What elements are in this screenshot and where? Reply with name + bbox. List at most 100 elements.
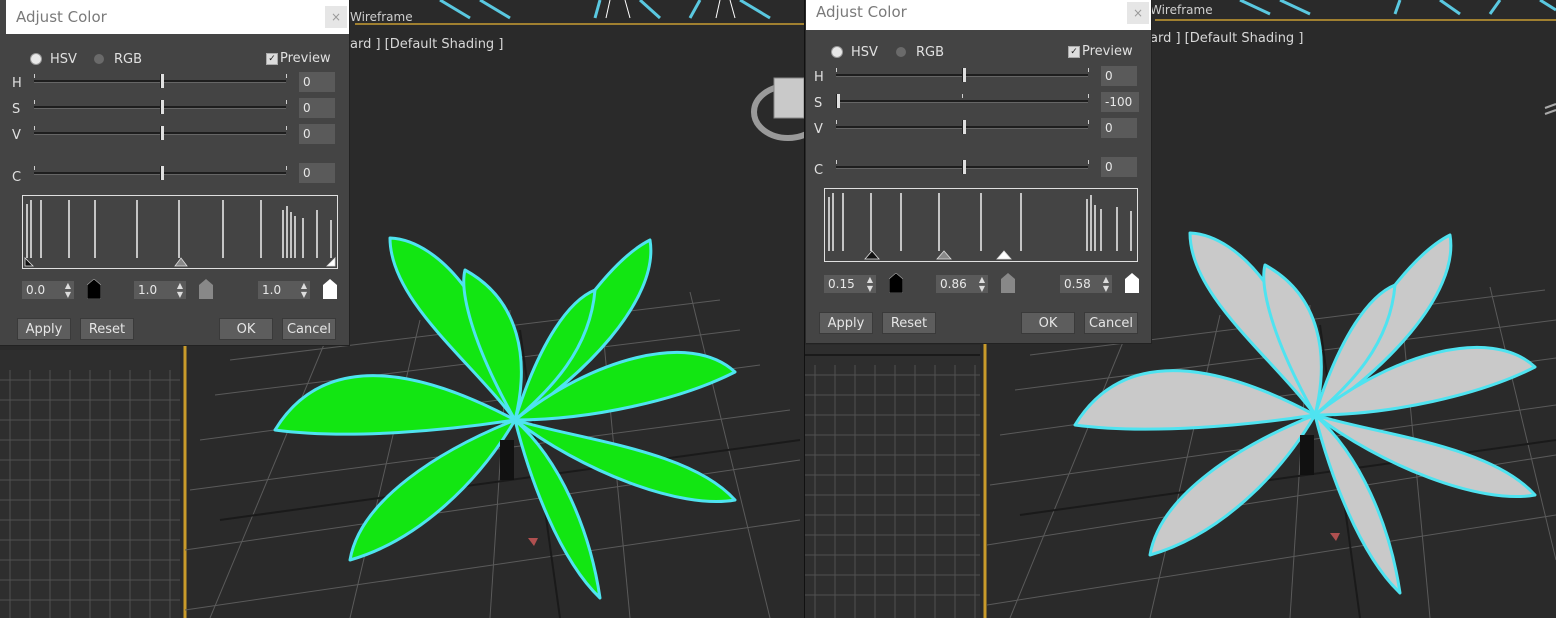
- h-value-field[interactable]: 0: [1101, 66, 1137, 86]
- preview-label: Preview: [280, 51, 331, 66]
- s-value-field[interactable]: 0: [299, 98, 335, 118]
- viewport-shading-label[interactable]: ard ] [Default Shading ]: [1150, 31, 1303, 46]
- gray-point-marker[interactable]: [936, 250, 952, 260]
- h-value-field[interactable]: 0: [299, 72, 335, 92]
- spinner-arrows-icon[interactable]: ▲ ▼: [177, 281, 183, 299]
- h-slider-thumb[interactable]: [160, 74, 164, 88]
- black-swatch-icon: [889, 273, 903, 293]
- v-slider-thumb[interactable]: [160, 126, 164, 140]
- hsv-radio[interactable]: [832, 47, 842, 57]
- slider-tick: [836, 120, 837, 124]
- slider-tick: [1088, 94, 1089, 98]
- histogram-graph: [24, 200, 336, 267]
- v-slider-thumb[interactable]: [962, 120, 966, 134]
- gray-level-spinner[interactable]: 0.86 ▲ ▼: [936, 275, 988, 293]
- h-slider-thumb[interactable]: [962, 68, 966, 82]
- slider-tick: [34, 100, 35, 104]
- ok-button[interactable]: OK: [1021, 312, 1075, 334]
- gray-level-spinner[interactable]: 1.0 ▲ ▼: [134, 281, 186, 299]
- white-level-spinner[interactable]: 1.0 ▲ ▼: [258, 281, 310, 299]
- s-slider[interactable]: [836, 100, 1088, 103]
- black-level-spinner[interactable]: 0.0 ▲ ▼: [22, 281, 74, 299]
- s-value-field[interactable]: -100: [1101, 92, 1139, 112]
- spinner-arrows-icon[interactable]: ▲ ▼: [301, 281, 307, 299]
- rgb-radio[interactable]: [94, 54, 104, 64]
- v-label: V: [12, 128, 21, 143]
- close-icon[interactable]: ×: [1127, 2, 1149, 24]
- s-slider-thumb[interactable]: [160, 100, 164, 114]
- apply-button[interactable]: Apply: [819, 312, 873, 334]
- hsv-label: HSV: [851, 45, 878, 60]
- gray-swatch-icon: [1001, 273, 1015, 293]
- adjust-color-dialog-right: Adjust Color × HSV RGB ✓ Preview H 0 S -…: [806, 0, 1152, 344]
- slider-tick: [286, 100, 287, 104]
- levels-histogram[interactable]: [22, 195, 338, 269]
- c-value-field[interactable]: 0: [1101, 157, 1137, 177]
- dialog-titlebar[interactable]: Adjust Color ×: [806, 0, 1151, 30]
- close-icon[interactable]: ×: [325, 6, 347, 28]
- gray-swatch-icon: [199, 279, 213, 299]
- rgb-label: RGB: [114, 52, 143, 67]
- gray-level-value: 0.86: [940, 277, 967, 291]
- viewport-left[interactable]: ard ] [Default Shading ] Wireframe Adjus…: [0, 0, 804, 618]
- slider-tick: [286, 166, 287, 170]
- spinner-arrows-icon[interactable]: ▲ ▼: [65, 281, 71, 299]
- slider-tick: [286, 74, 287, 78]
- v-value-field[interactable]: 0: [1101, 118, 1137, 138]
- black-point-marker[interactable]: [24, 257, 34, 267]
- h-label: H: [12, 76, 22, 91]
- slider-tick: [34, 166, 35, 170]
- white-level-value: 1.0: [262, 283, 282, 297]
- viewport-shading-label[interactable]: ard ] [Default Shading ]: [350, 37, 503, 52]
- white-point-marker[interactable]: [996, 250, 1012, 260]
- preview-label: Preview: [1082, 44, 1133, 59]
- gray-point-marker[interactable]: [174, 257, 188, 267]
- histogram-graph: [828, 193, 1132, 260]
- viewport-wireframe-label[interactable]: Wireframe: [1150, 3, 1213, 17]
- c-slider-thumb[interactable]: [160, 166, 164, 180]
- dialog-title: Adjust Color: [816, 3, 907, 21]
- white-swatch-icon: [323, 279, 337, 299]
- hsv-radio[interactable]: [31, 54, 41, 64]
- viewport-right[interactable]: ard ] [Default Shading ] Wireframe Adjus…: [805, 0, 1556, 618]
- c-value-field[interactable]: 0: [299, 163, 335, 183]
- reset-button[interactable]: Reset: [80, 318, 134, 340]
- slider-center-tick: [962, 94, 963, 98]
- levels-histogram[interactable]: [824, 188, 1138, 262]
- spinner-arrows-icon[interactable]: ▲ ▼: [867, 275, 873, 293]
- cancel-button[interactable]: Cancel: [1084, 312, 1138, 334]
- white-level-spinner[interactable]: 0.58 ▲ ▼: [1060, 275, 1112, 293]
- black-point-marker[interactable]: [864, 250, 880, 260]
- cancel-button[interactable]: Cancel: [282, 318, 336, 340]
- slider-tick: [836, 68, 837, 72]
- s-label: S: [814, 96, 823, 111]
- hsv-label: HSV: [50, 52, 77, 67]
- dialog-title: Adjust Color: [16, 8, 107, 26]
- preview-checkbox[interactable]: ✓: [1068, 46, 1080, 58]
- c-label: C: [12, 170, 22, 185]
- spinner-arrows-icon[interactable]: ▲ ▼: [979, 275, 985, 293]
- spinner-arrows-icon[interactable]: ▲ ▼: [1103, 275, 1109, 293]
- ok-button[interactable]: OK: [219, 318, 273, 340]
- white-swatch-icon: [1125, 273, 1139, 293]
- dialog-titlebar[interactable]: Adjust Color ×: [6, 0, 349, 34]
- gray-level-value: 1.0: [138, 283, 158, 297]
- v-label: V: [814, 122, 823, 137]
- slider-tick: [34, 126, 35, 130]
- s-slider-thumb[interactable]: [836, 94, 840, 108]
- black-level-spinner[interactable]: 0.15 ▲ ▼: [824, 275, 876, 293]
- viewport-wireframe-label[interactable]: Wireframe: [350, 10, 413, 24]
- c-slider-thumb[interactable]: [962, 160, 966, 174]
- adjust-color-dialog-left: Adjust Color × HSV RGB ✓ Preview H 0 S 0…: [0, 0, 350, 346]
- h-label: H: [814, 70, 824, 85]
- slider-tick: [1088, 120, 1089, 124]
- v-value-field[interactable]: 0: [299, 124, 335, 144]
- slider-tick: [1088, 68, 1089, 72]
- white-point-marker[interactable]: [326, 257, 336, 267]
- apply-button[interactable]: Apply: [17, 318, 71, 340]
- rgb-radio[interactable]: [896, 47, 906, 57]
- reset-button[interactable]: Reset: [882, 312, 936, 334]
- black-level-value: 0.0: [26, 283, 46, 297]
- preview-checkbox[interactable]: ✓: [266, 53, 278, 65]
- white-level-value: 0.58: [1064, 277, 1091, 291]
